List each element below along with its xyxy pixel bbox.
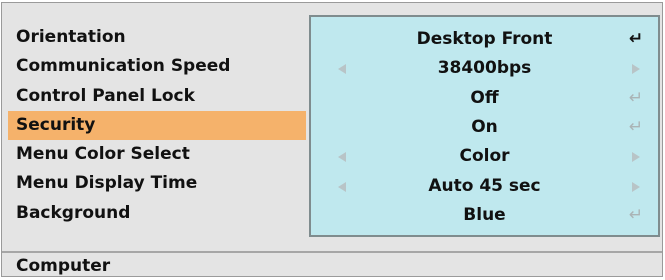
menu-value-orientation: Desktop Front — [416, 29, 553, 49]
enter-icon[interactable]: ↵ — [625, 84, 647, 113]
menu-item-menu-display-time[interactable]: Menu Display Time — [8, 169, 306, 198]
right-arrow-icon[interactable] — [632, 152, 640, 163]
menu-value-row-security[interactable]: On ↵ — [311, 113, 658, 142]
menu-value-menu-color-select: Color — [459, 146, 510, 167]
menu-value-row-orientation[interactable]: Desktop Front ↵ — [311, 25, 658, 54]
menu-value-row-communication-speed[interactable]: 38400bps — [311, 54, 658, 83]
menu-item-background[interactable]: Background — [8, 199, 306, 228]
divider — [2, 251, 662, 253]
menu-values-panel: Desktop Front ↵ 38400bps Off ↵ On ↵ Color Auto 4… — [309, 15, 660, 237]
menu-labels: Orientation Communication Speed Control Pa… — [8, 23, 306, 228]
status-bar-source: Computer — [16, 256, 111, 276]
right-arrow-icon[interactable] — [632, 181, 640, 192]
menu-value-background: Blue — [463, 204, 506, 225]
menu-value-row-background[interactable]: Blue ↵ — [311, 201, 658, 230]
menu-value-row-control-panel-lock[interactable]: Off ↵ — [311, 84, 658, 113]
enter-icon[interactable]: ↵ — [625, 25, 647, 54]
menu-value-communication-speed: 38400bps — [437, 58, 532, 79]
menu-item-orientation[interactable]: Orientation — [8, 23, 306, 52]
menu-item-communication-speed[interactable]: Communication Speed — [8, 52, 306, 81]
menu-item-security[interactable]: Security — [8, 110, 306, 141]
right-arrow-icon[interactable] — [632, 64, 640, 75]
enter-icon[interactable]: ↵ — [625, 201, 647, 230]
menu-value-control-panel-lock: Off — [470, 87, 499, 108]
menu-value-menu-display-time: Auto 45 sec — [428, 175, 541, 196]
menu-value-row-menu-display-time[interactable]: Auto 45 sec — [311, 172, 658, 201]
menu-item-menu-color-select[interactable]: Menu Color Select — [8, 140, 306, 169]
enter-icon[interactable]: ↵ — [625, 113, 647, 142]
menu-item-control-panel-lock[interactable]: Control Panel Lock — [8, 82, 306, 111]
menu-value-security: On — [471, 116, 498, 137]
menu-value-row-menu-color-select[interactable]: Color — [311, 142, 658, 171]
osd-menu-panel: Orientation Communication Speed Control Pa… — [1, 2, 663, 277]
